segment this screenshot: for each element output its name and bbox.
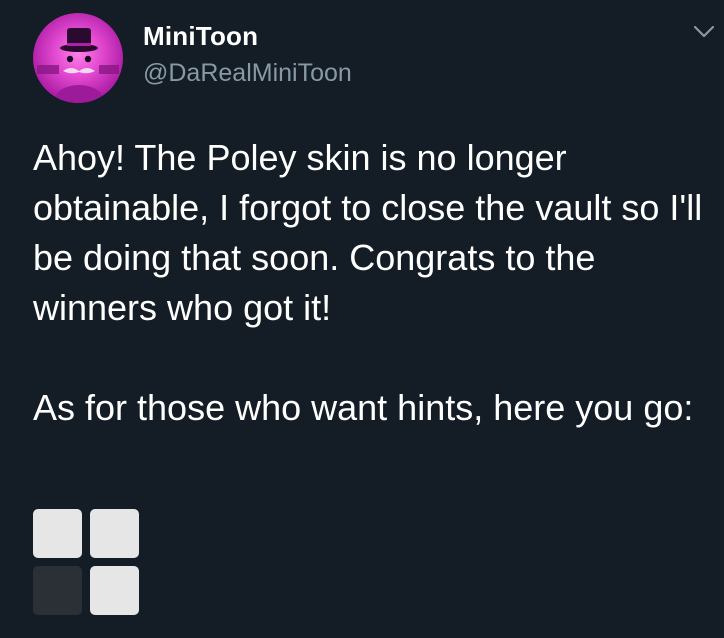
hint-square-white-3 <box>90 566 139 615</box>
minitoon-avatar-icon <box>37 28 119 103</box>
tweet-menu-button[interactable] <box>692 24 716 40</box>
tweet-text: Ahoy! The Poley skin is no longer obtain… <box>33 137 703 428</box>
tweet: MiniToon @DaRealMiniToon Ahoy! The Poley… <box>0 0 724 638</box>
avatar[interactable] <box>33 13 123 103</box>
hint-square-black <box>33 566 82 615</box>
hint-square-white-1 <box>33 509 82 558</box>
user-handle[interactable]: @DaRealMiniToon <box>143 59 352 88</box>
display-name[interactable]: MiniToon <box>143 21 258 52</box>
hint-square-white-2 <box>90 509 139 558</box>
chevron-down-icon <box>693 25 715 38</box>
hint-square-grid <box>33 509 141 617</box>
